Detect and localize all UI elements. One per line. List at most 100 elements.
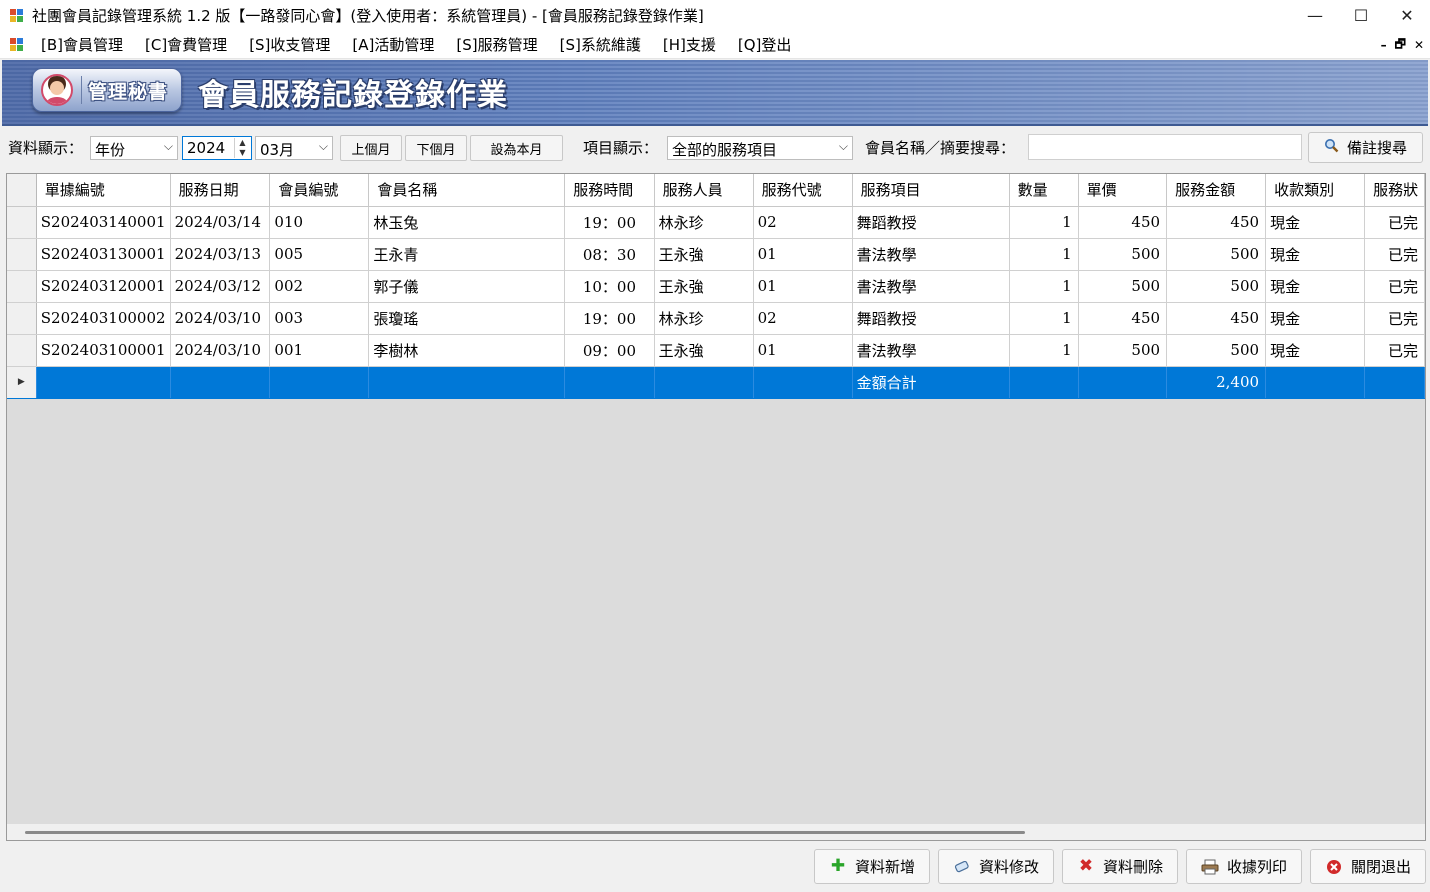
row-header[interactable] [7, 270, 37, 303]
total-empty-cell[interactable] [1078, 366, 1168, 399]
minimize-button[interactable]: — [1292, 0, 1338, 31]
total-empty-cell[interactable] [1009, 366, 1079, 399]
cell-member-name[interactable]: 張瓊瑤 [368, 302, 566, 335]
cell-member-name[interactable]: 李樹林 [368, 334, 566, 367]
scrollbar-thumb[interactable] [25, 831, 1025, 834]
cell-amount[interactable]: 450 [1166, 302, 1267, 335]
service-records-grid[interactable]: 單據編號 服務日期 會員編號 會員名稱 服務時間 服務人員 服務代號 服務項目 … [6, 173, 1426, 841]
total-empty-cell[interactable] [564, 366, 655, 399]
print-receipt-button[interactable]: 收據列印 [1186, 849, 1302, 884]
cell-quantity[interactable]: 1 [1009, 238, 1079, 271]
table-row[interactable]: S202403130001 2024/03/13 005 王永青 08：30 王… [7, 238, 1425, 271]
next-month-button[interactable]: 下個月 [405, 135, 467, 161]
cell-status[interactable]: 已完 [1364, 334, 1425, 367]
cell-quantity[interactable]: 1 [1009, 270, 1079, 303]
add-record-button[interactable]: ✚ 資料新增 [814, 849, 930, 884]
cell-service-item[interactable]: 舞蹈教授 [852, 206, 1010, 239]
cell-service-code[interactable]: 01 [753, 270, 853, 303]
cell-member-name[interactable]: 郭子儀 [368, 270, 566, 303]
column-header[interactable]: 單據編號 [36, 174, 171, 207]
delete-record-button[interactable]: ✖ 資料刪除 [1062, 849, 1178, 884]
cell-status[interactable]: 已完 [1364, 206, 1425, 239]
total-amount[interactable]: 2,400 [1166, 366, 1267, 399]
cell-status[interactable]: 已完 [1364, 302, 1425, 335]
cell-unit-price[interactable]: 500 [1078, 334, 1168, 367]
maximize-button[interactable]: ☐ [1338, 0, 1384, 31]
horizontal-scrollbar[interactable] [7, 824, 1425, 840]
column-header[interactable]: 服務日期 [170, 174, 271, 207]
cell-member-no[interactable]: 010 [269, 206, 370, 239]
table-row[interactable]: S202403100002 2024/03/10 003 張瓊瑤 19：00 林… [7, 302, 1425, 335]
cell-doc-no[interactable]: S202403120001 [36, 270, 171, 303]
cell-doc-no[interactable]: S202403140001 [36, 206, 171, 239]
cell-staff[interactable]: 王永強 [654, 334, 754, 367]
menu-logout[interactable]: [Q]登出 [727, 31, 803, 59]
cell-amount[interactable]: 500 [1166, 270, 1267, 303]
cell-service-item[interactable]: 書法教學 [852, 270, 1010, 303]
total-empty-cell[interactable] [1265, 366, 1366, 399]
column-header[interactable]: 服務項目 [852, 174, 1010, 207]
total-empty-cell[interactable] [654, 366, 754, 399]
cell-staff[interactable]: 王永強 [654, 270, 754, 303]
cell-quantity[interactable]: 1 [1009, 302, 1079, 335]
total-row[interactable]: ▶ 金額合計 2,400 [7, 366, 1425, 399]
close-button[interactable]: ✕ [1384, 0, 1430, 31]
cell-service-date[interactable]: 2024/03/10 [170, 334, 271, 367]
cell-doc-no[interactable]: S202403100002 [36, 302, 171, 335]
menu-system[interactable]: [S]系統維護 [549, 31, 652, 59]
cell-service-date[interactable]: 2024/03/14 [170, 206, 271, 239]
service-item-select[interactable]: 全部的服務項目 ⌵ [667, 136, 853, 160]
cell-service-code[interactable]: 02 [753, 206, 853, 239]
total-empty-cell[interactable] [368, 366, 566, 399]
mdi-minimize-button[interactable]: – [1381, 38, 1387, 52]
menu-fee[interactable]: [C]會費管理 [134, 31, 238, 59]
menu-income-expense[interactable]: [S]收支管理 [238, 31, 341, 59]
total-empty-cell[interactable] [36, 366, 171, 399]
cell-amount[interactable]: 500 [1166, 238, 1267, 271]
cell-member-no[interactable]: 002 [269, 270, 370, 303]
mdi-close-button[interactable]: ✕ [1414, 38, 1424, 52]
column-header[interactable]: 服務代號 [753, 174, 853, 207]
cell-staff[interactable]: 林永珍 [654, 302, 754, 335]
cell-service-date[interactable]: 2024/03/10 [170, 302, 271, 335]
menu-activity[interactable]: [A]活動管理 [341, 31, 445, 59]
cell-service-code[interactable]: 01 [753, 334, 853, 367]
total-empty-cell[interactable] [1364, 366, 1425, 399]
menu-service[interactable]: [S]服務管理 [445, 31, 548, 59]
table-row[interactable]: S202403120001 2024/03/12 002 郭子儀 10：00 王… [7, 270, 1425, 303]
column-header[interactable]: 會員名稱 [368, 174, 566, 207]
mdi-app-icon[interactable] [10, 37, 24, 52]
cell-payment-type[interactable]: 現金 [1265, 302, 1366, 335]
row-header[interactable] [7, 302, 37, 335]
menu-help[interactable]: [H]支援 [652, 31, 727, 59]
table-row[interactable]: S202403140001 2024/03/14 010 林玉兔 19：00 林… [7, 206, 1425, 239]
column-header[interactable]: 會員編號 [269, 174, 370, 207]
row-header[interactable] [7, 334, 37, 367]
cell-quantity[interactable]: 1 [1009, 206, 1079, 239]
cell-unit-price[interactable]: 500 [1078, 270, 1168, 303]
note-search-button[interactable]: 備註搜尋 [1308, 132, 1423, 163]
column-header[interactable]: 服務人員 [654, 174, 754, 207]
cell-service-time[interactable]: 10：00 [564, 270, 655, 303]
edit-record-button[interactable]: 資料修改 [938, 849, 1054, 884]
mdi-restore-button[interactable]: 🗗 [1395, 35, 1406, 56]
column-header[interactable]: 服務狀 [1364, 174, 1425, 207]
cell-amount[interactable]: 450 [1166, 206, 1267, 239]
cell-payment-type[interactable]: 現金 [1265, 270, 1366, 303]
search-input[interactable] [1028, 134, 1302, 160]
cell-service-item[interactable]: 舞蹈教授 [852, 302, 1010, 335]
total-empty-cell[interactable] [170, 366, 271, 399]
total-label[interactable]: 金額合計 [852, 366, 1010, 399]
cell-service-code[interactable]: 02 [753, 302, 853, 335]
column-header[interactable]: 服務金額 [1166, 174, 1267, 207]
cell-unit-price[interactable]: 500 [1078, 238, 1168, 271]
cell-unit-price[interactable]: 450 [1078, 206, 1168, 239]
stepper-arrows-icon[interactable]: ▲ ▼ [234, 138, 250, 158]
close-exit-button[interactable]: 關閉退出 [1310, 849, 1426, 884]
cell-service-item[interactable]: 書法教學 [852, 238, 1010, 271]
row-header[interactable] [7, 206, 37, 239]
column-header[interactable]: 數量 [1009, 174, 1079, 207]
cell-service-time[interactable]: 19：00 [564, 206, 655, 239]
cell-payment-type[interactable]: 現金 [1265, 238, 1366, 271]
cell-member-no[interactable]: 005 [269, 238, 370, 271]
